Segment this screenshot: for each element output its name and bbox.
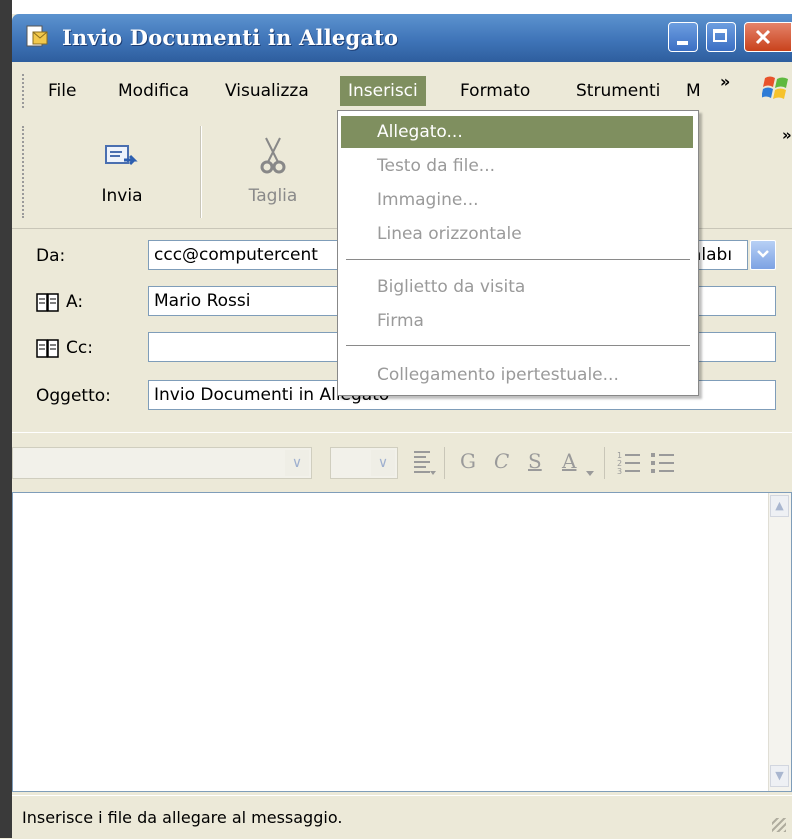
- status-text: Inserisce i file da allegare al messaggi…: [22, 808, 343, 827]
- windows-logo-icon: [762, 76, 788, 99]
- svg-text:3: 3: [617, 467, 622, 476]
- close-icon: [755, 29, 771, 45]
- to-button[interactable]: A:: [36, 288, 146, 318]
- menu-item-linea-orizzontale[interactable]: Linea orizzontale: [341, 218, 693, 250]
- font-name-combo[interactable]: ∨: [12, 447, 312, 479]
- subject-label: Oggetto:: [36, 386, 111, 406]
- menu-truncated[interactable]: M: [684, 76, 700, 106]
- menubar-grip[interactable]: [22, 74, 28, 108]
- menu-item-firma[interactable]: Firma: [341, 305, 693, 337]
- menu-modifica[interactable]: Modifica: [110, 76, 197, 106]
- address-book-icon: [36, 293, 59, 312]
- toolbar-overflow-chevron-icon[interactable]: »: [782, 126, 792, 144]
- maximize-button[interactable]: [706, 22, 736, 52]
- address-book-icon: [36, 339, 59, 358]
- chevron-down-icon: [757, 250, 769, 258]
- bold-button[interactable]: G: [460, 449, 476, 473]
- title-bar[interactable]: Invio Documenti in Allegato: [12, 14, 792, 62]
- menu-item-biglietto-da-visita[interactable]: Biglietto da visita: [341, 271, 693, 303]
- underline-button[interactable]: S: [528, 449, 542, 473]
- scroll-down-arrow-icon[interactable]: ▼: [770, 765, 789, 787]
- menu-visualizza[interactable]: Visualizza: [217, 76, 317, 106]
- scissors-icon: [260, 137, 286, 174]
- chevron-down-icon: ∨: [371, 450, 395, 476]
- minimize-button[interactable]: [668, 22, 698, 52]
- menu-item-immagine[interactable]: Immagine...: [341, 184, 693, 216]
- menu-file[interactable]: File: [40, 76, 84, 106]
- font-color-button[interactable]: A: [562, 449, 576, 473]
- from-value: ccc@computercent: [154, 245, 318, 265]
- numbered-list-icon[interactable]: 1 2 3: [616, 449, 642, 477]
- inserisci-dropdown-menu: Allegato... Testo da file... Immagine...…: [337, 110, 699, 396]
- window-title: Invio Documenti in Allegato: [62, 25, 399, 50]
- resize-grip-icon[interactable]: [772, 818, 786, 832]
- cc-label: Cc:: [66, 338, 93, 358]
- cc-button[interactable]: Cc:: [36, 334, 146, 364]
- menu-separator: [346, 345, 690, 346]
- formatting-toolbar: ∨ ∨ G C S A 1 2 3: [12, 432, 792, 494]
- maximize-icon: [713, 29, 727, 42]
- mail-document-icon: [26, 25, 48, 47]
- minimize-icon: [677, 41, 688, 45]
- from-label: Da:: [36, 246, 66, 266]
- toolbar-grip[interactable]: [22, 126, 28, 218]
- bullet-list-icon[interactable]: [650, 449, 676, 477]
- send-mail-icon: [105, 145, 138, 166]
- menu-strumenti[interactable]: Strumenti: [568, 76, 668, 106]
- status-bar: Inserisce i file da allegare al messaggi…: [12, 795, 792, 839]
- italic-button[interactable]: C: [494, 449, 509, 473]
- menu-separator: [346, 259, 690, 260]
- to-label: A:: [66, 292, 84, 312]
- cut-button[interactable]: Taglia: [208, 126, 338, 216]
- font-color-arrow-icon: [586, 471, 594, 476]
- toolbar-separator: [604, 447, 605, 479]
- cut-label: Taglia: [248, 186, 298, 206]
- menubar-overflow-chevron-icon[interactable]: »: [720, 72, 730, 91]
- scroll-up-arrow-icon[interactable]: ▲: [770, 495, 789, 517]
- menu-item-allegato[interactable]: Allegato...: [341, 116, 693, 148]
- font-size-combo[interactable]: ∨: [330, 447, 398, 479]
- menu-inserisci[interactable]: Inserisci: [340, 76, 426, 106]
- menu-formato[interactable]: Formato: [452, 76, 538, 106]
- close-button[interactable]: [744, 22, 792, 52]
- send-button[interactable]: Invia: [52, 126, 192, 216]
- vertical-scrollbar[interactable]: ▲ ▼: [768, 493, 791, 791]
- from-dropdown-button[interactable]: [750, 240, 776, 270]
- send-label: Invia: [101, 186, 143, 206]
- menu-item-collegamento-ipertestuale[interactable]: Collegamento ipertestuale...: [341, 359, 693, 391]
- chevron-down-icon: ∨: [285, 450, 309, 476]
- window-edge: [0, 0, 12, 838]
- menu-item-testo-da-file[interactable]: Testo da file...: [341, 150, 693, 182]
- toolbar-separator: [444, 447, 445, 479]
- top-margin: [12, 0, 792, 14]
- message-body[interactable]: ▲ ▼: [12, 492, 792, 792]
- paragraph-style-icon[interactable]: [410, 449, 436, 477]
- toolbar-separator: [200, 126, 202, 218]
